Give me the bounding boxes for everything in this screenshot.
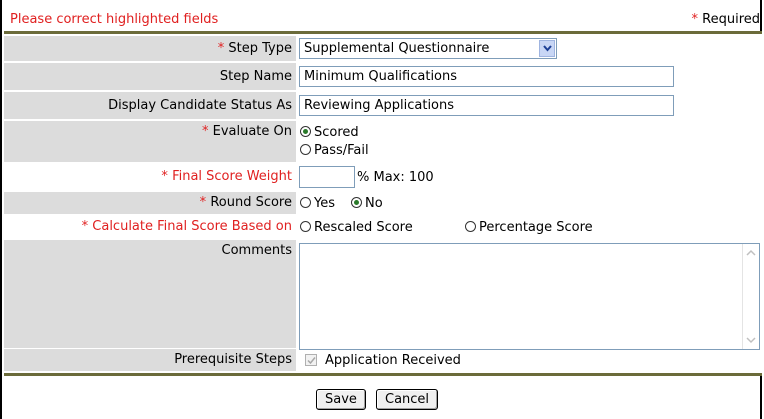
round-score-label-text: Round Score	[210, 195, 292, 210]
round-no-radio[interactable]	[351, 197, 362, 208]
final-score-weight-label-text: Final Score Weight	[172, 169, 292, 184]
step-name-label: Step Name	[4, 63, 296, 90]
display-status-field	[299, 92, 762, 119]
display-status-input[interactable]	[299, 95, 674, 116]
row-evaluate-on: * Evaluate On Scored Pass/Fail	[4, 121, 762, 162]
row-comments: Comments	[4, 240, 762, 350]
comments-textarea[interactable]	[299, 243, 760, 350]
comments-field	[299, 240, 762, 350]
passfail-radio[interactable]	[300, 144, 311, 155]
passfail-label: Pass/Fail	[314, 143, 369, 158]
round-yes-label: Yes	[314, 196, 335, 211]
step-type-label: * Step Type	[4, 36, 296, 61]
row-round-score: * Round Score Yes No	[4, 192, 762, 214]
chevron-down-icon[interactable]	[539, 40, 555, 57]
final-score-weight-field: % Max: 100	[299, 164, 762, 190]
calc-option-rescaled[interactable]: Rescaled Score	[300, 220, 413, 235]
prereq-item-label: Application Received	[325, 353, 461, 368]
prerequisite-steps-label: Prerequisite Steps	[4, 349, 296, 371]
evaluate-on-field: Scored Pass/Fail	[299, 121, 762, 162]
final-score-weight-star: *	[161, 169, 168, 184]
form-frame: Please correct highlighted fields * Requ…	[0, 0, 762, 419]
cancel-button[interactable]: Cancel	[376, 389, 439, 410]
scroll-down-icon[interactable]	[745, 334, 757, 346]
round-score-label: * Round Score	[4, 192, 296, 214]
scored-radio[interactable]	[300, 126, 311, 137]
calc-final-score-field: Rescaled Score Percentage Score	[299, 216, 762, 238]
rescaled-radio[interactable]	[300, 221, 311, 232]
step-name-input[interactable]	[299, 66, 674, 87]
final-score-weight-input[interactable]	[299, 166, 355, 188]
prerequisite-steps-field: Application Received	[299, 349, 762, 371]
step-type-select[interactable]: Supplemental Questionnaire	[299, 38, 557, 59]
step-name-field	[299, 63, 762, 90]
step-type-field: Supplemental Questionnaire	[299, 36, 762, 61]
step-form: * Step Type Supplemental Questionnaire S…	[4, 31, 762, 376]
final-score-weight-label: * Final Score Weight	[4, 164, 296, 190]
row-prerequisite-steps: Prerequisite Steps Application Received	[4, 349, 762, 371]
save-button[interactable]: Save	[316, 389, 366, 410]
step-type-star: *	[217, 41, 225, 56]
step-type-label-text: Step Type	[228, 41, 292, 56]
round-option-yes[interactable]: Yes	[300, 196, 335, 211]
comments-label: Comments	[4, 240, 296, 348]
evaluate-option-scored[interactable]: Scored	[300, 125, 359, 140]
rescaled-label: Rescaled Score	[314, 220, 413, 235]
prereq-item-application-received[interactable]: Application Received	[299, 353, 461, 368]
round-option-no[interactable]: No	[351, 196, 383, 211]
percentage-label: Percentage Score	[479, 220, 593, 235]
calc-final-score-star: *	[81, 219, 89, 234]
required-label: Required	[702, 12, 760, 27]
percentage-radio[interactable]	[465, 221, 476, 232]
calc-option-percentage[interactable]: Percentage Score	[465, 220, 593, 235]
checkbox-checked-icon[interactable]	[305, 354, 317, 366]
step-type-value: Supplemental Questionnaire	[304, 41, 490, 56]
scroll-up-icon[interactable]	[745, 247, 757, 259]
form-header: Please correct highlighted fields * Requ…	[4, 8, 762, 30]
required-star: *	[691, 12, 699, 27]
round-score-field: Yes No	[299, 192, 762, 214]
evaluate-on-label: * Evaluate On	[4, 121, 296, 162]
calc-final-score-label: * Calculate Final Score Based on	[4, 216, 296, 238]
scored-label: Scored	[314, 125, 359, 140]
comments-scrollbar[interactable]	[742, 244, 759, 349]
row-calc-final-score: * Calculate Final Score Based on Rescale…	[4, 216, 762, 238]
required-note: * Required	[692, 12, 761, 27]
row-display-status: Display Candidate Status As	[4, 92, 762, 119]
final-score-weight-suffix: % Max: 100	[357, 170, 434, 185]
row-final-score-weight: * Final Score Weight % Max: 100	[4, 164, 762, 190]
round-yes-radio[interactable]	[300, 197, 311, 208]
calc-final-score-label-text: Calculate Final Score Based on	[92, 219, 292, 234]
evaluate-option-passfail[interactable]: Pass/Fail	[300, 143, 369, 158]
row-step-type: * Step Type Supplemental Questionnaire	[4, 36, 762, 61]
round-no-label: No	[365, 196, 383, 211]
error-message: Please correct highlighted fields	[10, 12, 219, 27]
evaluate-on-star: *	[201, 124, 209, 139]
round-score-star: *	[199, 195, 207, 210]
row-step-name: Step Name	[4, 63, 762, 90]
display-status-label: Display Candidate Status As	[4, 92, 296, 119]
evaluate-on-label-text: Evaluate On	[212, 124, 292, 139]
